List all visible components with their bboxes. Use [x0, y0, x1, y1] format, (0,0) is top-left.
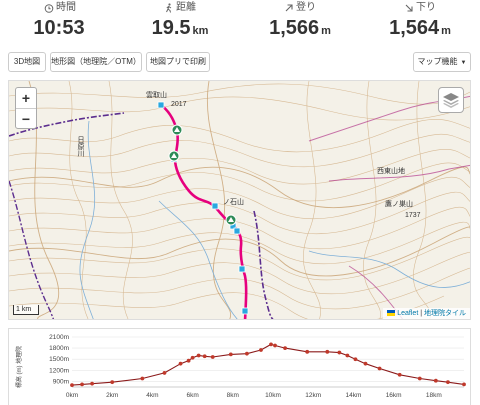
- elevation-point: [70, 383, 74, 388]
- elevation-point: [228, 352, 233, 357]
- elevation-x-tick: 18km: [426, 392, 442, 399]
- elevation-point: [80, 382, 84, 387]
- clock-icon: [44, 4, 54, 13]
- layers-icon: [443, 93, 459, 108]
- map-attribution: Leaflet | 地理院タイル: [383, 308, 470, 319]
- ukraine-flag-icon: [387, 310, 396, 317]
- walker-icon: [166, 3, 172, 13]
- elevation-y-tick: 2100m: [49, 334, 69, 341]
- stat-ascent-unit: m: [321, 25, 331, 37]
- place-label: 西東山地: [377, 168, 405, 175]
- peak-label-top: 雲取山: [146, 92, 167, 99]
- elevation-point: [337, 350, 342, 355]
- route-line: [160, 103, 248, 319]
- caret-down-icon: ▼: [460, 60, 467, 66]
- elevation-point: [178, 361, 183, 366]
- stat-descent-unit: m: [441, 25, 451, 37]
- elevation-x-tick: 4km: [146, 392, 158, 399]
- elevation-y-tick: 1200m: [49, 367, 69, 374]
- map-toolbar: 3D地図 地形図（地理院／OTM） 地図プリで印刷 マップ機能 ▼: [8, 52, 471, 74]
- elevation-point: [210, 355, 215, 359]
- elevation-x-tick: 12km: [305, 392, 321, 399]
- stat-time: 時間 10:53: [0, 2, 120, 43]
- arrow-down-right-icon: [405, 4, 413, 12]
- elevation-point: [397, 372, 402, 377]
- elevation-point: [244, 351, 249, 356]
- stat-descent-value: 1,564: [389, 17, 440, 39]
- stats-bar: 時間 10:53 距離 19.5 km 登り 1,566 m 下り 1,564 m: [0, 0, 480, 44]
- elevation-point: [186, 358, 191, 363]
- elevation-point: [196, 353, 201, 358]
- map-features-label: マップ機能: [417, 57, 458, 66]
- layers-button[interactable]: [438, 87, 464, 113]
- topo-map-button[interactable]: 地形図（地理院／OTM）: [50, 52, 142, 72]
- peak-elev-right: 1737: [405, 212, 421, 219]
- elevation-chart: 標高 (m) 地理院 2100m 1800m 1500m 1200m 900m 0km 2…: [15, 334, 466, 399]
- peak-elev-top: 2017: [171, 101, 187, 108]
- elevation-point: [90, 381, 95, 386]
- zoom-control: + −: [15, 87, 37, 129]
- elevation-point: [190, 355, 195, 360]
- stat-time-value: 10:53: [33, 17, 85, 39]
- stat-descent: 下り 1,564 m: [360, 2, 480, 43]
- elevation-point: [417, 376, 422, 381]
- elevation-x-tick: 0km: [66, 392, 78, 399]
- elevation-y-tick: 1500m: [49, 356, 69, 363]
- elevation-point: [283, 346, 287, 351]
- elevation-x-tick: 8km: [227, 392, 239, 399]
- river-label: 日原川: [77, 136, 84, 157]
- elevation-point: [162, 371, 167, 375]
- elevation-point: [433, 378, 438, 383]
- elevation-x-tick: 14km: [345, 392, 361, 399]
- stat-ascent-value: 1,566: [269, 17, 320, 39]
- elevation-point: [140, 376, 145, 381]
- elevation-point: [353, 357, 358, 362]
- 3d-map-button[interactable]: 3D地図: [8, 52, 46, 72]
- elevation-y-tick: 900m: [53, 378, 69, 385]
- elevation-point: [202, 354, 207, 359]
- stat-distance-unit: km: [192, 25, 209, 37]
- stat-time-label: 時間: [56, 2, 76, 13]
- stat-distance: 距離 19.5 km: [120, 2, 240, 43]
- elevation-point: [345, 353, 350, 358]
- zoom-in-button[interactable]: +: [16, 88, 36, 108]
- elevation-x-tick: 6km: [186, 392, 198, 399]
- elevation-point: [273, 343, 277, 348]
- elevation-x-tick: 16km: [386, 392, 402, 399]
- elevation-axis-title: 標高 (m) 地理院: [15, 346, 23, 388]
- elevation-point: [462, 382, 466, 387]
- print-map-button[interactable]: 地図プリで印刷: [146, 52, 210, 72]
- elevation-line: [71, 343, 465, 386]
- elevation-point: [269, 342, 273, 347]
- elevation-point: [305, 349, 310, 354]
- elevation-x-tick: 2km: [106, 392, 118, 399]
- elevation-point: [377, 366, 382, 371]
- stat-ascent-label: 登り: [296, 2, 316, 13]
- arrow-up-right-icon: [285, 4, 293, 12]
- map-features-dropdown[interactable]: マップ機能 ▼: [413, 52, 471, 72]
- peak-label-mid: ノ石山: [223, 199, 244, 206]
- zoom-out-button[interactable]: −: [16, 108, 36, 128]
- peak-label-right: 鷹ノ巣山: [385, 201, 413, 208]
- elevation-x-tick: 10km: [265, 392, 281, 399]
- stat-descent-label: 下り: [416, 2, 436, 13]
- route-map[interactable]: 雲取山 2017 ノ石山 日原川 西東山地 鷹ノ巣山 1737 + − 1 km…: [8, 80, 471, 320]
- stat-ascent: 登り 1,566 m: [240, 2, 360, 43]
- elevation-point: [446, 380, 450, 385]
- leaflet-link[interactable]: Leaflet: [397, 310, 418, 317]
- elevation-profile: 標高 (m) 地理院 2100m 1800m 1500m 1200m 900m 0km 2…: [8, 328, 471, 405]
- stat-distance-value: 19.5: [151, 17, 191, 39]
- gsi-tile-link[interactable]: 地理院タイル: [424, 310, 466, 317]
- elevation-point: [325, 349, 330, 354]
- elevation-point: [259, 348, 263, 352]
- elevation-y-tick: 1800m: [49, 345, 69, 352]
- elevation-point: [110, 380, 115, 385]
- elevation-point: [363, 361, 368, 366]
- stat-distance-label: 距離: [176, 2, 196, 13]
- scale-bar: 1 km: [13, 305, 39, 315]
